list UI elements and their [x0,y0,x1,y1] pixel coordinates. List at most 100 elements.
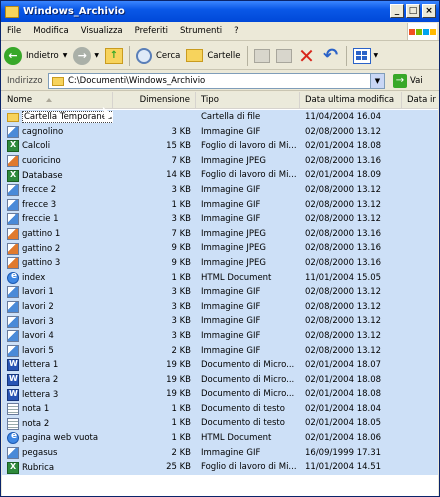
file-accessed [402,168,438,183]
address-dropdown-button[interactable]: ▼ [370,74,384,88]
address-label: Indirizzo [7,75,43,86]
views-button[interactable]: ▼ [350,44,382,68]
column-size[interactable]: Dimensione [113,92,196,109]
file-row[interactable]: cuoricino 7 KB Immagine JPEG 02/08/2000 13.… [2,153,438,169]
file-name-cell: frecce 2 [2,182,113,198]
file-row[interactable]: frecce 2 3 KB Immagine GIF 02/08/2000 13.12 [2,182,438,198]
file-modified: 02/08/2000 13.16 [300,153,402,169]
title-bar[interactable]: Windows_Archivio _ □ × [1,1,439,22]
file-accessed [402,255,438,271]
menu-preferiti[interactable]: Preferiti [129,26,174,36]
jpeg-file-icon [7,155,19,168]
menu-help[interactable]: ? [228,26,245,36]
minimize-button[interactable]: _ [390,4,404,18]
maximize-button[interactable]: □ [406,4,420,18]
file-row[interactable]: lavori 3 3 KB Immagine GIF 02/08/2000 13.12 [2,314,438,329]
file-type: HTML Document [196,270,300,286]
file-modified: 02/08/2000 13.12 [300,314,402,329]
folders-button[interactable]: Cartelle [183,44,243,68]
file-name: gattino 1 [22,229,61,240]
address-value: C:\Documenti\Windows_Archivio [68,76,206,86]
file-row[interactable]: gattino 1 7 KB Immagine JPEG 02/08/2000 13.… [2,226,438,242]
file-row[interactable]: Database 14 KBFoglio di lavoro di Mi...02… [2,168,438,183]
column-modified[interactable]: Data ultima modifica [300,92,402,109]
file-row[interactable]: nota 1 1 KB Documento di testo 02/01/2004 1… [2,401,438,417]
file-name-cell: nota 2 [2,416,113,432]
file-type: Immagine JPEG [196,241,300,256]
file-row[interactable]: lettera 2 19 KBDocumento di Micro...02/01… [2,372,438,388]
file-type: Immagine GIF [196,314,300,329]
column-header: Nome Dimensione Tipo Data ultima modific… [2,92,438,109]
file-row[interactable]: lavori 4 3 KB Immagine GIF 02/08/2000 13.12 [2,328,438,344]
file-row[interactable]: lavori 5 2 KB Immagine GIF 02/08/2000 13.12 [2,343,438,359]
folder-file-icon [7,112,19,122]
file-modified: 02/08/2000 13.12 [300,299,402,315]
windows-logo-icon [407,23,437,40]
file-list[interactable]: Nome Dimensione Tipo Data ultima modific… [2,92,438,496]
close-button[interactable]: × [422,4,436,18]
undo-button[interactable]: ↶ [319,44,343,68]
file-row[interactable]: Calcoli 15 KBFoglio di lavoro di Mi...02/… [2,139,438,154]
file-name: gattino 2 [22,243,61,254]
file-size: 3 KB [113,299,196,315]
file-type: Immagine GIF [196,197,300,213]
search-icon [135,47,152,64]
search-button[interactable]: Cerca [133,44,183,68]
file-modified: 02/01/2004 18.08 [300,372,402,388]
delete-button[interactable]: ✕ [295,44,319,68]
move-to-icon [253,48,270,63]
menu-strumenti[interactable]: Strumenti [174,26,228,36]
file-accessed [402,387,438,402]
move-to-button[interactable] [251,44,273,68]
menu-file[interactable]: File [1,26,27,36]
file-type: Immagine GIF [196,299,300,315]
back-button[interactable]: ← Indietro ▼ [1,44,70,68]
file-name: lavori 1 [22,287,54,298]
file-modified: 02/01/2004 18.06 [300,431,402,446]
file-row[interactable]: gattino 3 9 KB Immagine JPEG 02/08/2000 13.… [2,255,438,271]
xls-file-icon [7,169,19,182]
file-name-cell: lettera 1 [2,358,113,373]
file-row[interactable]: lavori 1 3 KB Immagine GIF 02/08/2000 13.12 [2,285,438,300]
forward-button[interactable]: → ▼ [70,44,102,68]
file-type: Immagine GIF [196,212,300,227]
folder-icon [52,76,64,86]
file-accessed [402,314,438,329]
column-type[interactable]: Tipo [196,92,300,109]
file-row[interactable]: pegasus 2 KB Immagine GIF 16/09/1999 17.31 [2,445,438,461]
file-name-cell: Calcoli [2,139,113,154]
file-row[interactable]: pagina web vuota 1 KBHTML Document02/01/2… [2,431,438,446]
file-name: index [22,272,46,283]
doc-file-icon [7,388,19,401]
file-row[interactable]: frecce 3 1 KB Immagine GIF 02/08/2000 13.12 [2,197,438,213]
file-row[interactable]: Cartella Temporanea Cartella di file 11/04… [2,110,438,125]
file-name: lettera 1 [22,360,59,371]
menu-bar: File Modifica Visualizza Preferiti Strum… [1,22,439,41]
file-row[interactable]: lavori 2 3 KB Immagine GIF 02/08/2000 13.12 [2,299,438,315]
file-name-cell: pegasus [2,445,113,461]
file-row[interactable]: lettera 1 19 KBDocumento di Micro...02/01… [2,358,438,373]
file-row[interactable]: Rubrica 25 KBFoglio di lavoro di Mi...11/… [2,460,438,475]
address-input[interactable]: C:\Documenti\Windows_Archivio ▼ [48,73,385,89]
column-accessed[interactable]: Data ir [402,92,438,109]
column-name[interactable]: Nome [2,92,113,109]
file-name: lavori 4 [22,331,54,342]
file-row[interactable]: freccie 1 3 KB Immagine GIF 02/08/2000 13.1… [2,212,438,227]
toolbar-separator [128,45,130,66]
copy-to-button[interactable] [273,44,295,68]
file-row[interactable]: gattino 2 9 KB Immagine JPEG 02/08/2000 13.… [2,241,438,256]
file-row[interactable]: nota 2 1 KB Documento di testo 02/01/2004 1… [2,416,438,432]
folder-icon [5,5,19,18]
file-name-cell: gattino 2 [2,241,113,256]
go-button[interactable]: → Vai [393,74,423,88]
file-row[interactable]: index 1 KBHTML Document11/01/2004 15.05 [2,270,438,286]
up-folder-button[interactable]: ↑ [102,44,126,68]
file-size: 14 KB [113,168,196,183]
file-modified: 11/01/2004 15.05 [300,270,402,286]
file-row[interactable]: lettera 3 19 KBDocumento di Micro...02/01… [2,387,438,402]
file-row[interactable]: cagnolino 3 KB Immagine GIF 02/08/2000 13.1… [2,124,438,140]
file-accessed [402,139,438,154]
menu-modifica[interactable]: Modifica [27,26,75,36]
menu-visualizza[interactable]: Visualizza [75,26,129,36]
file-name-cell: nota 1 [2,401,113,417]
